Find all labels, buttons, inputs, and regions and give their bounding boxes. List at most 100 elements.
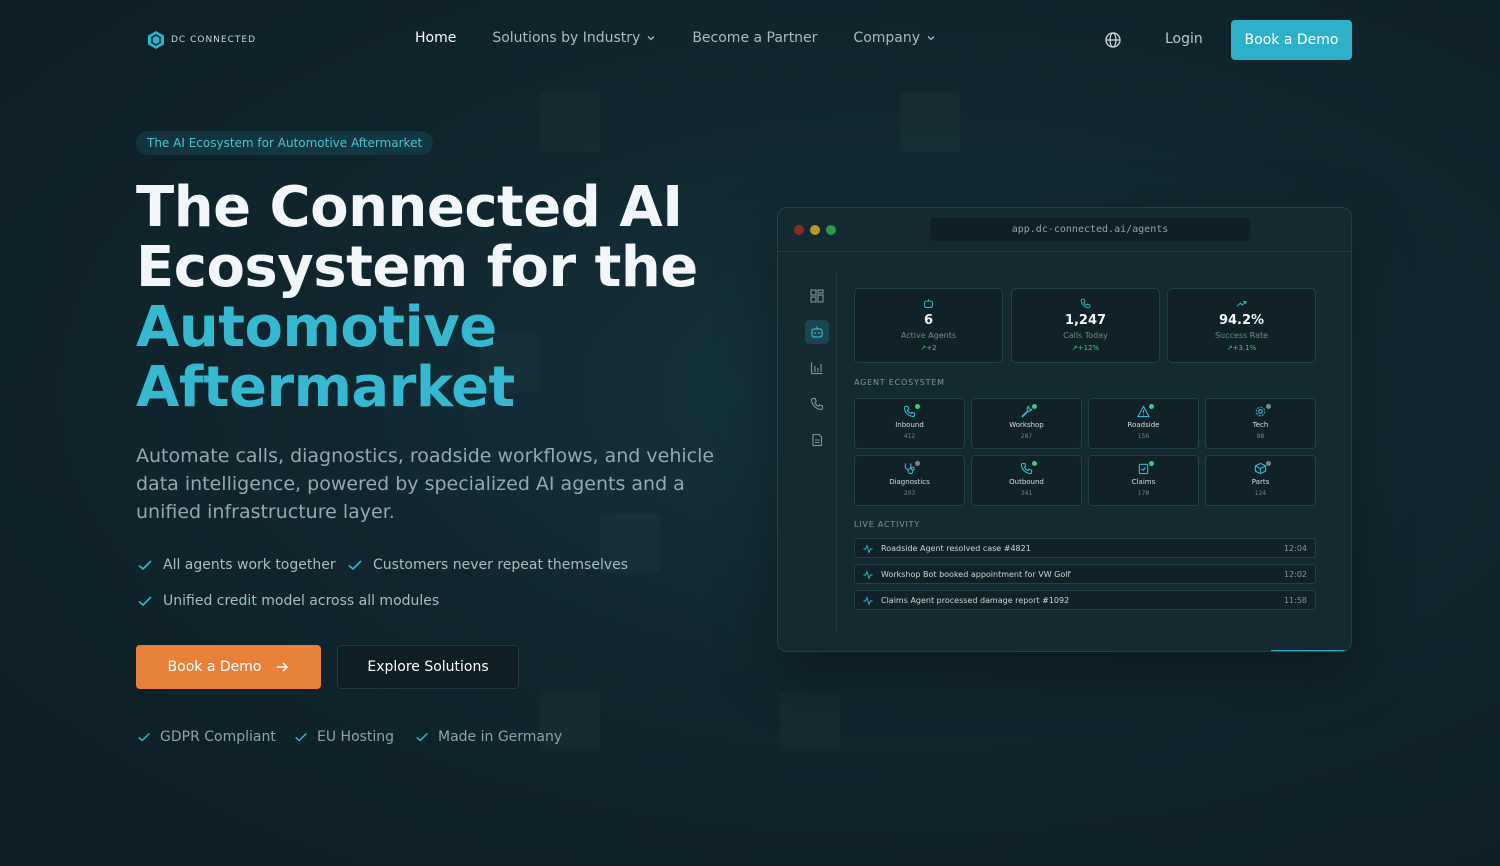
- trust-item-germany: Made in Germany: [414, 729, 562, 745]
- hero-badge: The AI Ecosystem for Automotive Aftermar…: [136, 131, 434, 155]
- nav-link-label: Home: [415, 30, 457, 46]
- agent-name: Diagnostics: [889, 478, 930, 486]
- activity-time: 11:58: [1283, 596, 1307, 605]
- nav-link-label: Become a Partner: [692, 30, 818, 46]
- stat-change: ↗+12%: [1071, 344, 1100, 352]
- stat-change-value: +3.1%: [1232, 344, 1257, 352]
- window-maximize-dot: [826, 225, 836, 235]
- nav-link-partner[interactable]: Become a Partner: [692, 30, 817, 46]
- agent-card-inbound[interactable]: Inbound 412: [854, 398, 965, 449]
- login-link[interactable]: Login: [1165, 31, 1203, 47]
- stat-change: ↗+3.1%: [1226, 344, 1257, 352]
- hexagon-logo-icon: [148, 31, 164, 49]
- agent-card-parts[interactable]: Parts 124: [1205, 455, 1316, 506]
- activity-time: 12:02: [1283, 570, 1307, 579]
- nav-link-label: Company: [853, 30, 921, 46]
- status-dot: [1266, 461, 1271, 466]
- status-dot: [915, 461, 920, 466]
- agent-name: Workshop: [1009, 421, 1044, 429]
- check-icon: [138, 560, 152, 571]
- activity-row: Roadside Agent resolved case #4821 12:04: [854, 538, 1316, 558]
- agent-name: Roadside: [1127, 421, 1160, 429]
- phone-icon[interactable]: [805, 392, 829, 416]
- book-demo-nav-button[interactable]: Book a Demo: [1231, 20, 1352, 60]
- nav-link-home[interactable]: Home: [415, 30, 456, 46]
- check-icon: [416, 732, 428, 742]
- agent-count: 203: [903, 490, 916, 497]
- trust-label: EU Hosting: [317, 729, 395, 745]
- phone-icon: [1080, 298, 1091, 309]
- globe-icon[interactable]: [1104, 31, 1122, 49]
- hero-title-highlight: Automotive: [136, 295, 497, 360]
- nav-link-solutions[interactable]: Solutions by Industry: [492, 30, 656, 46]
- feature-check-label: Unified credit model across all modules: [163, 593, 440, 609]
- agent-count: 412: [903, 433, 916, 440]
- status-dot: [1032, 404, 1037, 409]
- agent-card-claims[interactable]: Claims 178: [1088, 455, 1199, 506]
- bar-chart-icon[interactable]: [805, 356, 829, 380]
- stat-label: Calls Today: [1063, 331, 1108, 340]
- agent-count: 341: [1020, 490, 1033, 497]
- brand-name: DC CONNECTED: [171, 35, 256, 45]
- agent-ecosystem-heading: AGENT ECOSYSTEM: [854, 378, 945, 387]
- stat-label: Active Agents: [900, 331, 957, 340]
- trust-label: GDPR Compliant: [160, 729, 276, 745]
- agent-card-outbound[interactable]: Outbound 341: [971, 455, 1082, 506]
- app-preview-window: app.dc-connected.ai/agents 6 Active Agen…: [777, 207, 1352, 652]
- activity-row: Claims Agent processed damage report #10…: [854, 590, 1316, 610]
- stat-change-value: +2: [926, 344, 937, 352]
- activity-text: Roadside Agent resolved case #4821: [881, 544, 1031, 553]
- window-titlebar: app.dc-connected.ai/agents: [778, 208, 1351, 252]
- check-icon: [348, 560, 362, 571]
- stat-change: ↗+2: [920, 344, 937, 352]
- feature-check-item: All agents work together: [136, 556, 336, 574]
- dashboard-icon[interactable]: [805, 284, 829, 308]
- book-demo-button[interactable]: Book a Demo: [136, 645, 321, 689]
- trust-item-eu-hosting: EU Hosting: [293, 729, 394, 745]
- stat-card-success-rate: 94.2% Success Rate ↗+3.1%: [1167, 288, 1316, 363]
- hero-title-line: The Connected AI: [136, 175, 683, 240]
- nav-link-label: Solutions by Industry: [492, 30, 641, 46]
- agent-name: Inbound: [895, 421, 924, 429]
- arrow-right-icon: [277, 662, 289, 672]
- status-dot: [1032, 461, 1037, 466]
- stat-card-active-agents: 6 Active Agents ↗+2: [854, 288, 1003, 363]
- trust-item-gdpr: GDPR Compliant: [136, 729, 276, 745]
- window-minimize-dot: [810, 225, 820, 235]
- agent-name: Claims: [1131, 478, 1156, 486]
- document-icon[interactable]: [805, 428, 829, 452]
- address-bar: app.dc-connected.ai/agents: [930, 218, 1250, 241]
- nav-link-company[interactable]: Company: [853, 30, 936, 46]
- agent-count: 156: [1137, 433, 1150, 440]
- feature-check-label: Customers never repeat themselves: [373, 557, 629, 573]
- check-icon: [295, 732, 307, 742]
- feature-check-item: Unified credit model across all modules: [136, 592, 439, 610]
- check-icon: [138, 596, 152, 607]
- agent-card-tech[interactable]: Tech 98: [1205, 398, 1316, 449]
- stat-change-value: +12%: [1077, 344, 1100, 352]
- hero-title-highlight: Aftermarket: [136, 355, 515, 420]
- status-dot: [1266, 404, 1271, 409]
- agent-card-diagnostics[interactable]: Diagnostics 203: [854, 455, 965, 506]
- status-dot: [915, 404, 920, 409]
- agent-name: Outbound: [1009, 478, 1044, 486]
- bot-icon[interactable]: [805, 320, 829, 344]
- stat-label: Success Rate: [1214, 331, 1269, 340]
- brand-logo[interactable]: DC CONNECTED: [147, 30, 256, 50]
- agent-card-roadside[interactable]: Roadside 156: [1088, 398, 1199, 449]
- activity-text: Workshop Bot booked appointment for VW G…: [881, 570, 1071, 579]
- status-dot: [1149, 461, 1154, 466]
- stat-card-calls-today: 1,247 Calls Today ↗+12%: [1011, 288, 1160, 363]
- pulse-icon: [863, 596, 873, 606]
- pulse-icon: [863, 544, 873, 554]
- agent-count: 178: [1137, 490, 1150, 497]
- bg-square: [900, 92, 960, 152]
- chevron-down-icon: [647, 36, 655, 41]
- window-close-dot: [794, 225, 804, 235]
- status-dot: [1149, 404, 1154, 409]
- stat-value: 6: [923, 313, 934, 328]
- explore-solutions-button[interactable]: Explore Solutions: [337, 645, 519, 689]
- hero-subtitle: Automate calls, diagnostics, roadside wo…: [136, 445, 715, 523]
- agent-card-workshop[interactable]: Workshop 287: [971, 398, 1082, 449]
- check-icon: [138, 732, 150, 742]
